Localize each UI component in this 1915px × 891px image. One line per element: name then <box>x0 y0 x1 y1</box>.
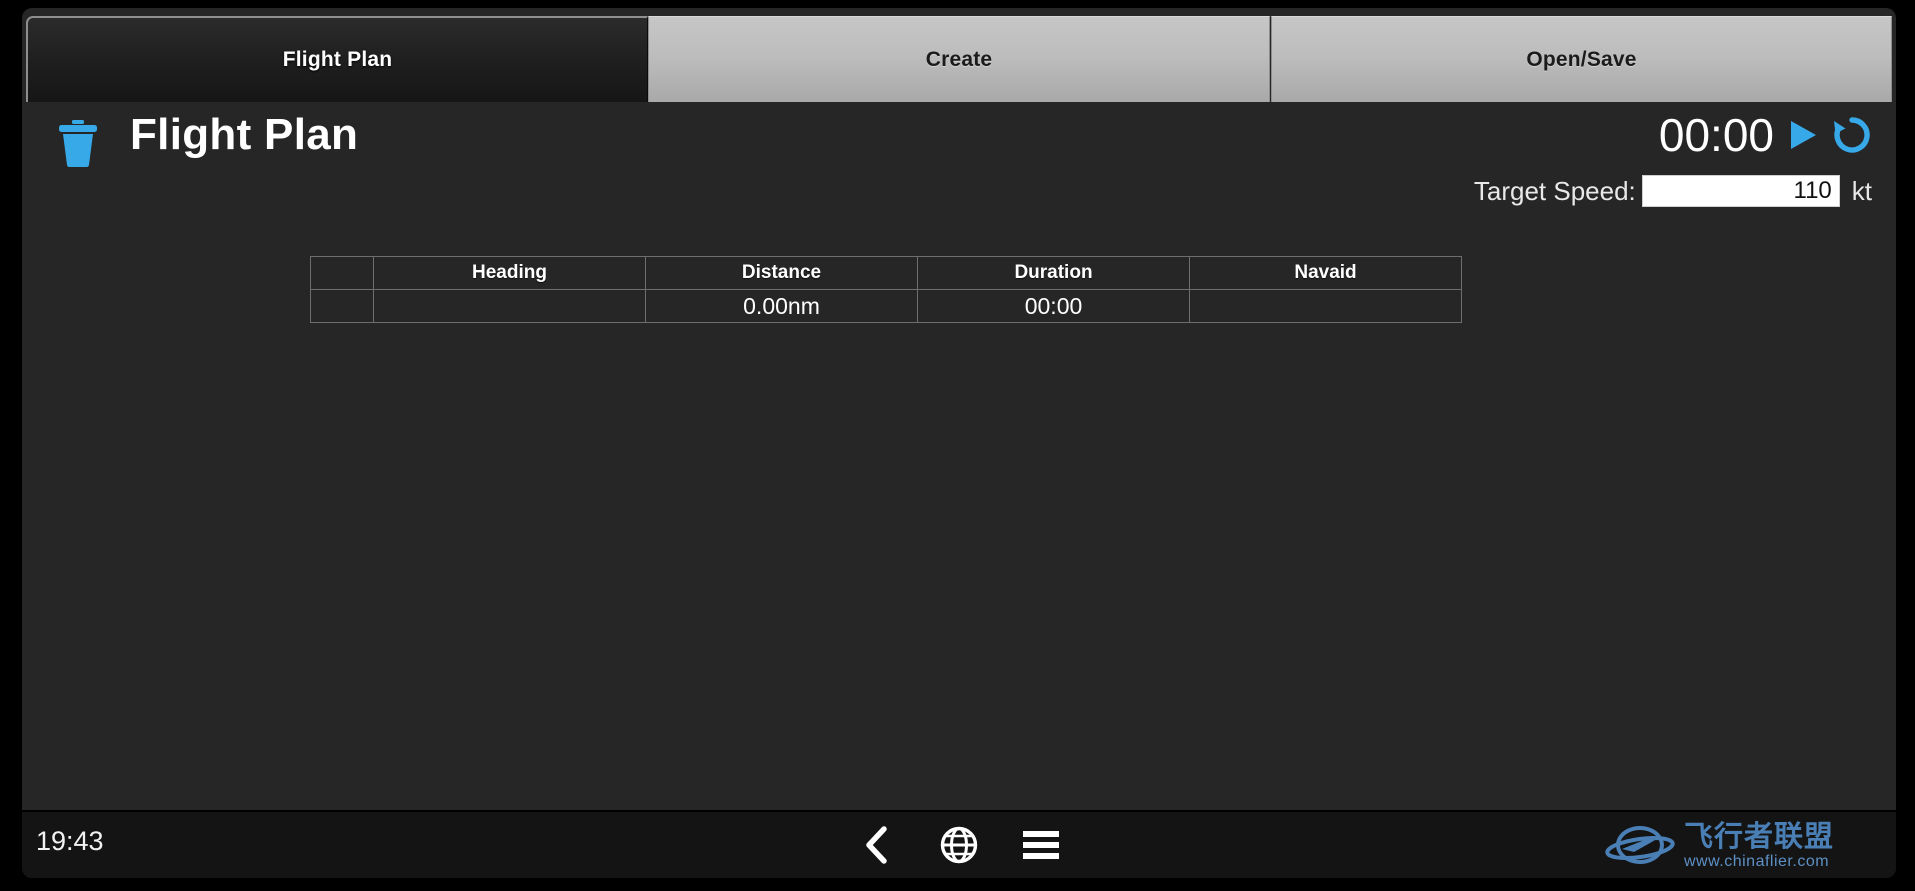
device-frame: Flight Plan Create Open/Save Flight Plan… <box>0 0 1915 891</box>
cell-navaid <box>1189 289 1462 323</box>
target-speed-unit-label: kt <box>1851 175 1872 206</box>
cell-duration: 00:00 <box>917 289 1190 323</box>
watermark-url: www.chinaflier.com <box>1684 853 1830 870</box>
timer-group: 00:00 <box>1659 112 1872 158</box>
timer-display: 00:00 <box>1658 109 1774 161</box>
back-button[interactable] <box>854 822 900 868</box>
watermark-name: 飞行者联盟 <box>1684 819 1835 853</box>
watermark-text-group: 飞行者联盟 www.chinaflier.com <box>1684 822 1834 870</box>
app-screen: Flight Plan Create Open/Save Flight Plan… <box>22 8 1896 878</box>
cell-heading <box>373 289 646 323</box>
play-icon <box>1791 121 1816 149</box>
status-clock: 19:43 <box>36 826 104 856</box>
back-chevron-icon <box>866 826 887 864</box>
tab-open-save[interactable]: Open/Save <box>1271 16 1892 102</box>
column-header-index <box>310 256 374 290</box>
globe-button[interactable] <box>936 822 982 868</box>
trash-icon <box>59 120 97 167</box>
target-speed-input[interactable] <box>1641 175 1840 207</box>
delete-flight-plan-button[interactable] <box>55 118 101 168</box>
hamburger-menu-icon <box>1023 831 1059 859</box>
column-header-navaid: Navaid <box>1189 256 1462 290</box>
timer-play-button[interactable] <box>1786 117 1820 153</box>
column-header-distance: Distance <box>645 256 918 290</box>
tab-create[interactable]: Create <box>648 16 1270 102</box>
bottom-bar: 19:43 飞行者联盟 www.chinaflier.com <box>22 810 1896 878</box>
column-header-heading: Heading <box>373 256 646 290</box>
target-speed-row: Target Speed: kt <box>1474 174 1872 208</box>
globe-icon <box>940 826 978 864</box>
saturn-plane-logo-icon <box>1605 826 1675 864</box>
watermark: 飞行者联盟 www.chinaflier.com <box>1596 812 1896 878</box>
flight-plan-table: Heading Distance Duration Navaid 0.00nm … <box>310 256 1462 323</box>
reset-icon <box>1834 117 1870 153</box>
tab-flight-plan[interactable]: Flight Plan <box>26 16 648 102</box>
cell-distance: 0.00nm <box>645 289 918 323</box>
table-row[interactable]: 0.00nm 00:00 <box>310 289 1462 323</box>
tab-bar: Flight Plan Create Open/Save <box>22 16 1896 102</box>
cell-index <box>310 289 374 323</box>
timer-reset-button[interactable] <box>1832 115 1872 155</box>
nav-icon-group <box>854 822 1064 868</box>
menu-button[interactable] <box>1018 822 1064 868</box>
column-header-duration: Duration <box>917 256 1190 290</box>
target-speed-label: Target Speed: <box>1473 175 1636 206</box>
page-title: Flight Plan <box>130 110 359 159</box>
table-header-row: Heading Distance Duration Navaid <box>310 256 1462 290</box>
content-panel: Flight Plan 00:00 Target Speed: 110 kt H… <box>22 102 1896 810</box>
